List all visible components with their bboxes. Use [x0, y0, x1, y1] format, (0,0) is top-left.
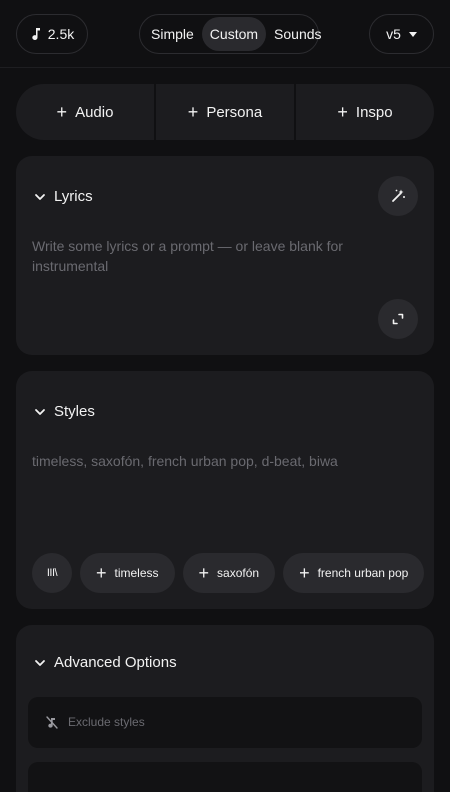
lyrics-toggle[interactable]: Lyrics	[34, 188, 93, 205]
advanced-options-title: Advanced Options	[54, 654, 177, 671]
plus-icon: +	[198, 563, 210, 583]
mode-switcher: Simple Custom Sounds	[139, 14, 322, 54]
plus-icon: +	[56, 102, 68, 122]
credits-button[interactable]: 2.5k	[16, 14, 88, 54]
advanced-option-row[interactable]	[28, 762, 422, 792]
chevron-down-icon	[35, 193, 45, 200]
music-off-icon	[46, 716, 58, 729]
music-note-icon	[32, 28, 40, 40]
version-dropdown[interactable]: v5	[369, 14, 434, 54]
version-label: v5	[386, 26, 401, 42]
credits-count: 2.5k	[47, 26, 75, 42]
style-chip[interactable]: + saxofón	[182, 553, 276, 593]
add-persona-label: Persona	[206, 103, 263, 121]
add-buttons-row: + Audio + Persona + Inspo	[16, 84, 434, 140]
styles-card: Styles timeless, saxofón, french urban p…	[16, 371, 434, 609]
plus-icon: +	[187, 102, 199, 122]
top-bar: 2.5k Simple Custom Sounds v5	[0, 0, 450, 68]
styles-title: Styles	[54, 403, 95, 420]
expand-lyrics-button[interactable]	[378, 299, 418, 339]
plus-icon: +	[299, 563, 310, 583]
styles-input[interactable]: timeless, saxofón, french urban pop, d-b…	[32, 451, 422, 471]
style-chip[interactable]: + french urban pop	[283, 553, 425, 593]
advanced-options-toggle[interactable]: Advanced Options	[34, 654, 177, 671]
add-audio-button[interactable]: + Audio	[16, 84, 154, 140]
style-chip-label: timeless	[114, 566, 159, 580]
mode-simple[interactable]: Simple	[143, 17, 202, 51]
styles-toggle[interactable]: Styles	[34, 403, 95, 420]
style-chip-label: french urban pop	[317, 566, 409, 580]
magic-lyrics-button[interactable]	[378, 176, 418, 216]
plus-icon: +	[337, 102, 348, 122]
plus-icon: +	[96, 563, 107, 583]
add-inspo-label: Inspo	[355, 103, 393, 121]
add-persona-button[interactable]: + Persona	[156, 84, 294, 140]
style-chip[interactable]: + timeless	[80, 553, 175, 593]
style-chip-label: saxofón	[217, 566, 260, 580]
create-page: 2.5k Simple Custom Sounds v5 + Audio + P…	[0, 0, 450, 792]
magic-wand-icon	[392, 189, 405, 202]
add-audio-label: Audio	[75, 103, 114, 121]
exclude-styles-input: Exclude styles	[68, 715, 145, 729]
chevron-down-icon	[35, 408, 45, 415]
lyrics-card: Lyrics Write some lyrics or a prompt — o…	[16, 156, 434, 355]
caret-down-icon	[408, 31, 417, 37]
exclude-styles-field[interactable]: Exclude styles	[28, 697, 422, 748]
style-library-button[interactable]: III\	[32, 553, 72, 593]
lyrics-title: Lyrics	[54, 188, 93, 205]
style-chips-row: III\ + timeless + saxofón + french urban…	[32, 553, 425, 593]
add-inspo-button[interactable]: + Inspo	[296, 84, 434, 140]
mode-custom[interactable]: Custom	[201, 17, 267, 51]
expand-icon	[392, 313, 404, 325]
mode-sounds[interactable]: Sounds	[266, 17, 329, 51]
advanced-options-card: Advanced Options Exclude styles	[16, 625, 434, 792]
library-icon: III\	[46, 567, 58, 579]
lyrics-input[interactable]: Write some lyrics or a prompt — or leave…	[32, 236, 422, 276]
chevron-down-icon	[35, 659, 45, 666]
